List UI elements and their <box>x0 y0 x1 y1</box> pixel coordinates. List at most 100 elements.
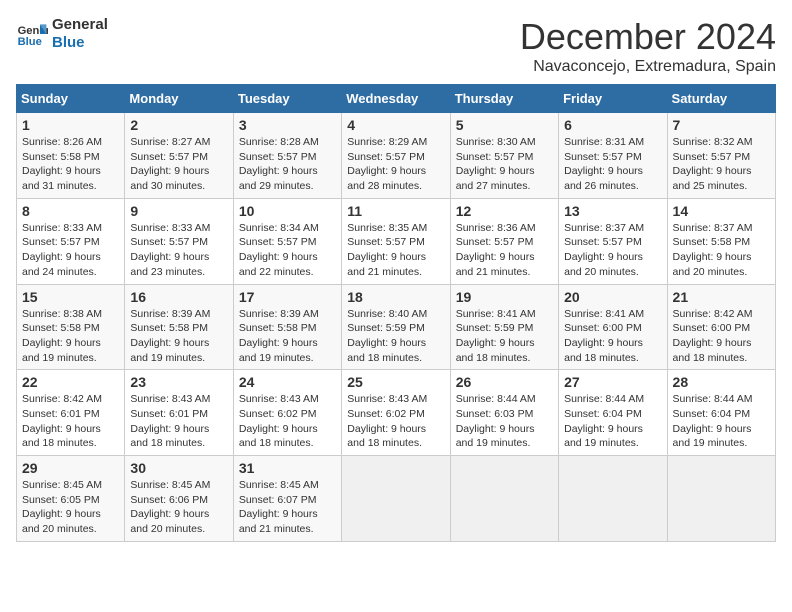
day-cell: 5 Sunrise: 8:30 AM Sunset: 5:57 PM Dayli… <box>450 113 558 199</box>
day-number: 16 <box>130 289 227 305</box>
day-number: 14 <box>673 203 770 219</box>
day-cell: 2 Sunrise: 8:27 AM Sunset: 5:57 PM Dayli… <box>125 113 233 199</box>
week-row: 29 Sunrise: 8:45 AM Sunset: 6:05 PM Dayl… <box>17 456 776 542</box>
week-row: 15 Sunrise: 8:38 AM Sunset: 5:58 PM Dayl… <box>17 284 776 370</box>
day-cell: 25 Sunrise: 8:43 AM Sunset: 6:02 PM Dayl… <box>342 370 450 456</box>
day-number: 10 <box>239 203 336 219</box>
day-cell: 24 Sunrise: 8:43 AM Sunset: 6:02 PM Dayl… <box>233 370 341 456</box>
day-cell: 22 Sunrise: 8:42 AM Sunset: 6:01 PM Dayl… <box>17 370 125 456</box>
day-number: 11 <box>347 203 444 219</box>
day-info: Sunrise: 8:41 AM Sunset: 6:00 PM Dayligh… <box>564 307 661 366</box>
day-info: Sunrise: 8:27 AM Sunset: 5:57 PM Dayligh… <box>130 135 227 194</box>
day-info: Sunrise: 8:43 AM Sunset: 6:02 PM Dayligh… <box>347 392 444 451</box>
day-cell <box>450 456 558 542</box>
day-cell: 31 Sunrise: 8:45 AM Sunset: 6:07 PM Dayl… <box>233 456 341 542</box>
header-cell-friday: Friday <box>559 85 667 113</box>
calendar-header: SundayMondayTuesdayWednesdayThursdayFrid… <box>17 85 776 113</box>
day-info: Sunrise: 8:31 AM Sunset: 5:57 PM Dayligh… <box>564 135 661 194</box>
day-info: Sunrise: 8:42 AM Sunset: 6:01 PM Dayligh… <box>22 392 119 451</box>
day-cell: 29 Sunrise: 8:45 AM Sunset: 6:05 PM Dayl… <box>17 456 125 542</box>
day-cell: 3 Sunrise: 8:28 AM Sunset: 5:57 PM Dayli… <box>233 113 341 199</box>
header-row: SundayMondayTuesdayWednesdayThursdayFrid… <box>17 85 776 113</box>
day-cell <box>342 456 450 542</box>
day-info: Sunrise: 8:45 AM Sunset: 6:06 PM Dayligh… <box>130 478 227 537</box>
day-cell: 13 Sunrise: 8:37 AM Sunset: 5:57 PM Dayl… <box>559 198 667 284</box>
header-cell-tuesday: Tuesday <box>233 85 341 113</box>
day-number: 5 <box>456 117 553 133</box>
week-row: 8 Sunrise: 8:33 AM Sunset: 5:57 PM Dayli… <box>17 198 776 284</box>
day-info: Sunrise: 8:29 AM Sunset: 5:57 PM Dayligh… <box>347 135 444 194</box>
day-number: 25 <box>347 374 444 390</box>
day-number: 31 <box>239 460 336 476</box>
svg-text:Blue: Blue <box>18 36 42 48</box>
day-number: 3 <box>239 117 336 133</box>
day-cell: 8 Sunrise: 8:33 AM Sunset: 5:57 PM Dayli… <box>17 198 125 284</box>
day-number: 6 <box>564 117 661 133</box>
day-info: Sunrise: 8:34 AM Sunset: 5:57 PM Dayligh… <box>239 221 336 280</box>
day-info: Sunrise: 8:37 AM Sunset: 5:57 PM Dayligh… <box>564 221 661 280</box>
day-number: 24 <box>239 374 336 390</box>
day-cell: 12 Sunrise: 8:36 AM Sunset: 5:57 PM Dayl… <box>450 198 558 284</box>
page-header: General Blue General Blue December 2024 … <box>16 16 776 76</box>
week-row: 1 Sunrise: 8:26 AM Sunset: 5:58 PM Dayli… <box>17 113 776 199</box>
day-number: 7 <box>673 117 770 133</box>
day-cell: 23 Sunrise: 8:43 AM Sunset: 6:01 PM Dayl… <box>125 370 233 456</box>
day-info: Sunrise: 8:45 AM Sunset: 6:05 PM Dayligh… <box>22 478 119 537</box>
day-info: Sunrise: 8:44 AM Sunset: 6:03 PM Dayligh… <box>456 392 553 451</box>
day-cell: 21 Sunrise: 8:42 AM Sunset: 6:00 PM Dayl… <box>667 284 775 370</box>
calendar-body: 1 Sunrise: 8:26 AM Sunset: 5:58 PM Dayli… <box>17 113 776 542</box>
day-cell: 9 Sunrise: 8:33 AM Sunset: 5:57 PM Dayli… <box>125 198 233 284</box>
location-title: Navaconcejo, Extremadura, Spain <box>520 58 776 76</box>
day-cell: 26 Sunrise: 8:44 AM Sunset: 6:03 PM Dayl… <box>450 370 558 456</box>
week-row: 22 Sunrise: 8:42 AM Sunset: 6:01 PM Dayl… <box>17 370 776 456</box>
day-number: 20 <box>564 289 661 305</box>
day-cell <box>667 456 775 542</box>
day-cell: 10 Sunrise: 8:34 AM Sunset: 5:57 PM Dayl… <box>233 198 341 284</box>
day-number: 26 <box>456 374 553 390</box>
day-cell: 20 Sunrise: 8:41 AM Sunset: 6:00 PM Dayl… <box>559 284 667 370</box>
header-cell-saturday: Saturday <box>667 85 775 113</box>
header-cell-monday: Monday <box>125 85 233 113</box>
day-info: Sunrise: 8:32 AM Sunset: 5:57 PM Dayligh… <box>673 135 770 194</box>
day-number: 30 <box>130 460 227 476</box>
day-info: Sunrise: 8:30 AM Sunset: 5:57 PM Dayligh… <box>456 135 553 194</box>
logo-icon: General Blue <box>16 18 48 50</box>
logo-text-line2: Blue <box>52 34 108 52</box>
day-number: 23 <box>130 374 227 390</box>
day-info: Sunrise: 8:39 AM Sunset: 5:58 PM Dayligh… <box>130 307 227 366</box>
day-number: 29 <box>22 460 119 476</box>
day-cell: 30 Sunrise: 8:45 AM Sunset: 6:06 PM Dayl… <box>125 456 233 542</box>
day-info: Sunrise: 8:35 AM Sunset: 5:57 PM Dayligh… <box>347 221 444 280</box>
calendar: SundayMondayTuesdayWednesdayThursdayFrid… <box>16 84 776 542</box>
day-info: Sunrise: 8:45 AM Sunset: 6:07 PM Dayligh… <box>239 478 336 537</box>
day-cell: 4 Sunrise: 8:29 AM Sunset: 5:57 PM Dayli… <box>342 113 450 199</box>
day-cell <box>559 456 667 542</box>
day-info: Sunrise: 8:42 AM Sunset: 6:00 PM Dayligh… <box>673 307 770 366</box>
day-number: 19 <box>456 289 553 305</box>
day-number: 4 <box>347 117 444 133</box>
header-cell-wednesday: Wednesday <box>342 85 450 113</box>
day-info: Sunrise: 8:36 AM Sunset: 5:57 PM Dayligh… <box>456 221 553 280</box>
day-number: 8 <box>22 203 119 219</box>
day-info: Sunrise: 8:44 AM Sunset: 6:04 PM Dayligh… <box>564 392 661 451</box>
header-cell-sunday: Sunday <box>17 85 125 113</box>
day-info: Sunrise: 8:44 AM Sunset: 6:04 PM Dayligh… <box>673 392 770 451</box>
day-number: 28 <box>673 374 770 390</box>
day-number: 21 <box>673 289 770 305</box>
day-number: 9 <box>130 203 227 219</box>
day-info: Sunrise: 8:28 AM Sunset: 5:57 PM Dayligh… <box>239 135 336 194</box>
day-number: 15 <box>22 289 119 305</box>
day-cell: 6 Sunrise: 8:31 AM Sunset: 5:57 PM Dayli… <box>559 113 667 199</box>
day-cell: 19 Sunrise: 8:41 AM Sunset: 5:59 PM Dayl… <box>450 284 558 370</box>
day-cell: 7 Sunrise: 8:32 AM Sunset: 5:57 PM Dayli… <box>667 113 775 199</box>
day-info: Sunrise: 8:26 AM Sunset: 5:58 PM Dayligh… <box>22 135 119 194</box>
day-cell: 18 Sunrise: 8:40 AM Sunset: 5:59 PM Dayl… <box>342 284 450 370</box>
day-cell: 28 Sunrise: 8:44 AM Sunset: 6:04 PM Dayl… <box>667 370 775 456</box>
day-info: Sunrise: 8:39 AM Sunset: 5:58 PM Dayligh… <box>239 307 336 366</box>
logo-text-line1: General <box>52 16 108 34</box>
day-cell: 15 Sunrise: 8:38 AM Sunset: 5:58 PM Dayl… <box>17 284 125 370</box>
day-cell: 16 Sunrise: 8:39 AM Sunset: 5:58 PM Dayl… <box>125 284 233 370</box>
day-cell: 11 Sunrise: 8:35 AM Sunset: 5:57 PM Dayl… <box>342 198 450 284</box>
day-number: 22 <box>22 374 119 390</box>
day-number: 17 <box>239 289 336 305</box>
